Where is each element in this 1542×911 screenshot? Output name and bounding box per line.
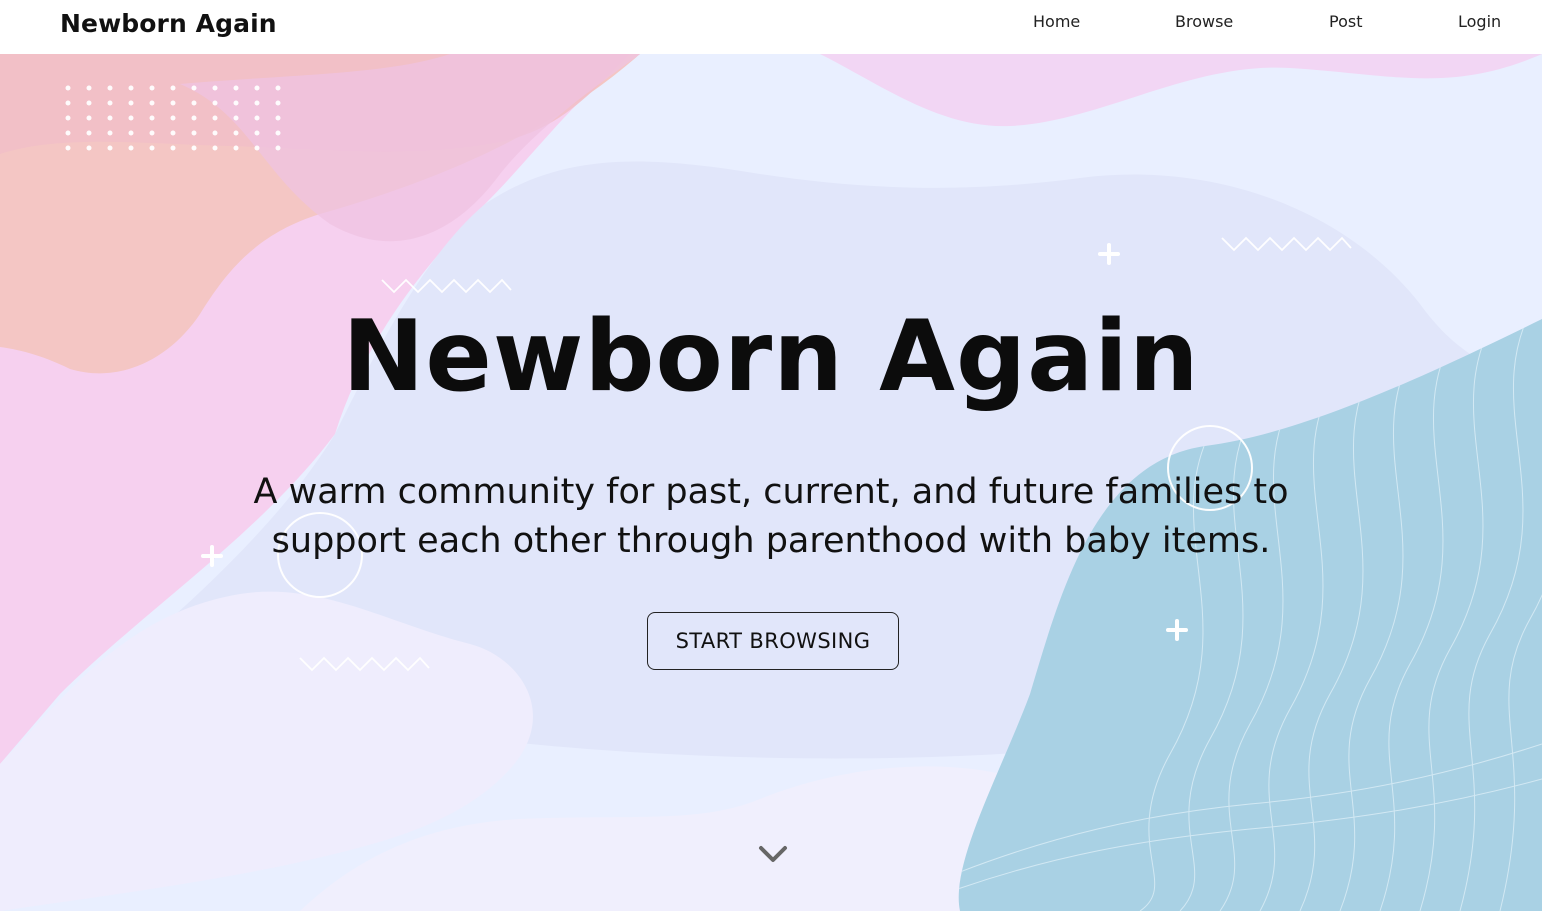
nav-browse-link[interactable]: Browse: [1175, 12, 1233, 31]
hero-title: Newborn Again: [342, 300, 1200, 414]
top-navbar: Newborn Again Home Browse Post Login: [0, 0, 1542, 54]
nav-home-link[interactable]: Home: [1033, 12, 1080, 31]
hero-content: Newborn Again A warm community for past,…: [0, 54, 1542, 911]
brand-logo-link[interactable]: Newborn Again: [60, 9, 277, 38]
nav-login-link[interactable]: Login: [1458, 12, 1501, 31]
hero-section: Newborn Again A warm community for past,…: [0, 54, 1542, 911]
start-browsing-button[interactable]: START BROWSING: [647, 612, 899, 670]
chevron-down-icon[interactable]: [756, 842, 790, 866]
nav-post-link[interactable]: Post: [1329, 12, 1362, 31]
hero-subtitle: A warm community for past, current, and …: [253, 472, 1289, 561]
